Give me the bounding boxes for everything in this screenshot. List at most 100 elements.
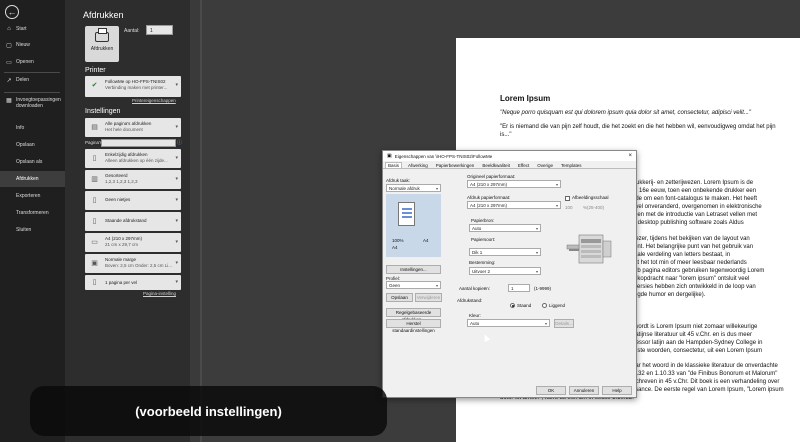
tab-effect[interactable]: Effect bbox=[516, 163, 531, 168]
new-document-icon: ▢ bbox=[6, 42, 12, 49]
nav-item-exporteren[interactable]: Exporteren bbox=[0, 188, 65, 204]
restore-defaults-button[interactable]: Herstel standaardinstellingen bbox=[386, 319, 441, 333]
printer-machine-icon bbox=[566, 234, 612, 264]
chevron-down-icon: ▾ bbox=[535, 269, 538, 274]
staple-select[interactable]: ▯ Geen nietjes ▾ bbox=[85, 191, 181, 210]
page-setup-link[interactable]: Pagina-instelling bbox=[143, 291, 176, 296]
delete-button[interactable]: Verwijderen bbox=[415, 293, 442, 302]
paper-size-icon: ▭ bbox=[91, 239, 98, 246]
copies-input[interactable]: 1 bbox=[146, 25, 173, 35]
copies-label: Aantal: bbox=[124, 28, 140, 34]
sides-select[interactable]: ▯ Enkelzijdig afdrukken Alleen afdrukken… bbox=[85, 149, 181, 168]
printer-select[interactable]: ✔ FollowMe op HO-FPS-TNIS02 Verbinding m… bbox=[85, 76, 181, 97]
portrait-radio-label: Staand bbox=[517, 303, 532, 308]
color-label: Kleur: bbox=[469, 313, 481, 318]
printer-properties-dialog: ▣ Eigenschappen van \\HO-FPS-TNIS02\Foll… bbox=[382, 150, 637, 398]
tab-afwerking[interactable]: Afwerking bbox=[406, 163, 430, 168]
zoom-range: %(25-400) bbox=[583, 205, 605, 210]
color-select[interactable]: Auto ▾ bbox=[467, 319, 550, 327]
profile-select[interactable]: Geen ▾ bbox=[386, 281, 441, 289]
nav-item-afdrukken[interactable]: Afdrukken bbox=[0, 171, 65, 187]
collation-select[interactable]: ▥ Gesorteerd 1,2,3 1,2,3 1,2,3 ▾ bbox=[85, 170, 181, 189]
zoom-value[interactable]: 100 bbox=[565, 205, 573, 210]
nav-item-start[interactable]: ⌂ Start bbox=[0, 21, 65, 37]
document-line: ub pagina editors gebruiken tegenwoordig… bbox=[634, 268, 765, 274]
info-icon[interactable]: ⓘ bbox=[177, 139, 182, 146]
printer-section-label: Printer bbox=[85, 67, 106, 74]
nav-item-info[interactable]: Info bbox=[0, 120, 65, 136]
back-arrow-icon[interactable]: ← bbox=[5, 5, 19, 19]
tab-papierbewerkingen[interactable]: Papierbewerkingen bbox=[434, 163, 477, 168]
copies-label: Aantal kopieën: bbox=[459, 286, 491, 291]
document-quote: "Neque porro quisquam est qui dolorem ip… bbox=[500, 110, 752, 116]
nav-item-transformeren[interactable]: Transformeren bbox=[0, 205, 65, 221]
nav-item-openen[interactable]: ▭ Openen bbox=[0, 54, 65, 70]
landscape-radio-label: Liggend bbox=[549, 303, 566, 308]
tray-label: Papierbron: bbox=[471, 218, 495, 223]
printer-properties-link[interactable]: Printereigenschappen bbox=[132, 98, 176, 103]
printer-icon bbox=[95, 28, 109, 42]
document-line: r desktop publishing software zoals Aldu… bbox=[634, 220, 744, 226]
nav-item-delen[interactable]: ↗ Delen bbox=[0, 72, 65, 88]
margins-select[interactable]: ▣ Normale marge Boven: 2,5 cm Onder: 2,5… bbox=[85, 254, 181, 273]
printer-status-icon: ✔ bbox=[91, 82, 98, 89]
paper-size-select[interactable]: ▭ A4 (210 x 297mm) 21 cm x 29,7 cm ▾ bbox=[85, 233, 181, 252]
copies-input[interactable]: 1 bbox=[508, 284, 530, 292]
document-title: Lorem Ipsum bbox=[500, 94, 551, 103]
nav-item-opslaan-als[interactable]: Opslaan als bbox=[0, 154, 65, 170]
portrait-radio[interactable] bbox=[510, 303, 515, 308]
settings-button[interactable]: Instellingen... bbox=[386, 265, 441, 274]
document-line: wordt is Lorem Ipsum niet zomaar willeke… bbox=[634, 324, 758, 330]
portrait-icon: ▯ bbox=[92, 218, 97, 225]
cancel-button[interactable]: Annuleren bbox=[569, 386, 599, 395]
landscape-radio[interactable] bbox=[542, 303, 547, 308]
dialog-tabs: Basis Afwerking Papierbewerkingen Beeldk… bbox=[383, 161, 636, 169]
document-line: lezer, tijdens het bekijken van de layou… bbox=[634, 236, 750, 242]
chevron-down-icon: ▾ bbox=[175, 82, 178, 88]
help-button[interactable]: Help bbox=[602, 386, 632, 395]
orientation-select[interactable]: ▯ Staande afdrukstand ▾ bbox=[85, 212, 181, 231]
task-select[interactable]: Normale afdruk ▾ bbox=[386, 184, 441, 192]
orig-size-select[interactable]: A4 (210 x 297mm) ▾ bbox=[467, 180, 561, 188]
document-line: e 16e eeuw, toen een onbekende drukker e… bbox=[634, 188, 757, 194]
document-line: nale verdeling van letters bestaat, in bbox=[634, 252, 731, 258]
nav-item-invoegtoepassingen[interactable]: ▦ Invoegtoepassingen downloaden bbox=[0, 97, 65, 119]
nav-item-sluiten[interactable]: Sluiten bbox=[0, 222, 65, 238]
document-line: at het tot min of meer leesbaar nederlan… bbox=[634, 260, 747, 266]
tray-select[interactable]: Auto ▾ bbox=[469, 224, 541, 232]
collate-icon: ▥ bbox=[91, 176, 98, 183]
destination-select[interactable]: Uitvoer 2 ▾ bbox=[469, 267, 541, 275]
printer-icon: ▣ bbox=[387, 153, 392, 159]
pages-input[interactable] bbox=[101, 139, 176, 147]
document-intro: "Er is niemand die van pijn zelf houdt, … bbox=[500, 124, 776, 138]
nav-item-nieuw[interactable]: ▢ Nieuw bbox=[0, 37, 65, 53]
pages-per-sheet-select[interactable]: ▯ 1 pagina per vel ▾ bbox=[85, 275, 181, 290]
home-icon: ⌂ bbox=[7, 26, 11, 32]
rule-based-print-button[interactable]: Regelgebaseerde afdrukken... bbox=[386, 308, 441, 322]
close-icon[interactable]: × bbox=[628, 153, 632, 159]
out-size-select[interactable]: A4 (210 x 297mm) ▾ bbox=[467, 201, 561, 209]
ok-button[interactable]: OK bbox=[536, 386, 566, 395]
margins-icon: ▣ bbox=[91, 260, 98, 267]
settings-section-label: Instellingen bbox=[85, 108, 121, 115]
tab-beeldkwaliteit[interactable]: Beeldkwaliteit bbox=[480, 163, 512, 168]
chevron-down-icon: ▾ bbox=[175, 218, 178, 224]
tab-overige[interactable]: Overige bbox=[535, 163, 555, 168]
nav-item-opslaan[interactable]: Opslaan bbox=[0, 137, 65, 153]
chevron-down-icon: ▾ bbox=[555, 203, 558, 208]
paper-type-select[interactable]: Dik 1 ▾ bbox=[469, 248, 541, 256]
print-button[interactable]: Afdrukken bbox=[85, 26, 119, 62]
orientation-label: Afdrukstand: bbox=[457, 298, 483, 303]
backstage-nav: ← ⌂ Start ▢ Nieuw ▭ Openen ↗ Delen ▦ Invoegto… bbox=[0, 0, 65, 442]
zoom-checkbox[interactable] bbox=[565, 196, 570, 201]
chevron-down-icon: ▾ bbox=[435, 283, 438, 288]
save-button[interactable]: Opslaan bbox=[386, 293, 413, 302]
print-range-select[interactable]: ▤ Alle pagina's afdrukken Het hele docum… bbox=[85, 118, 181, 137]
document-line: ent. Het belangrijke punt van het gebrui… bbox=[634, 244, 754, 250]
folder-icon: ▭ bbox=[6, 59, 12, 66]
caption-overlay: (voorbeeld instellingen) bbox=[30, 386, 387, 436]
document-line: latijnse literatuur uit 45 v.Chr. en is … bbox=[634, 332, 752, 338]
color-details-button[interactable]: Details... bbox=[554, 319, 574, 328]
tab-basis[interactable]: Basis bbox=[385, 162, 403, 168]
tab-templates[interactable]: Templates bbox=[559, 163, 584, 168]
